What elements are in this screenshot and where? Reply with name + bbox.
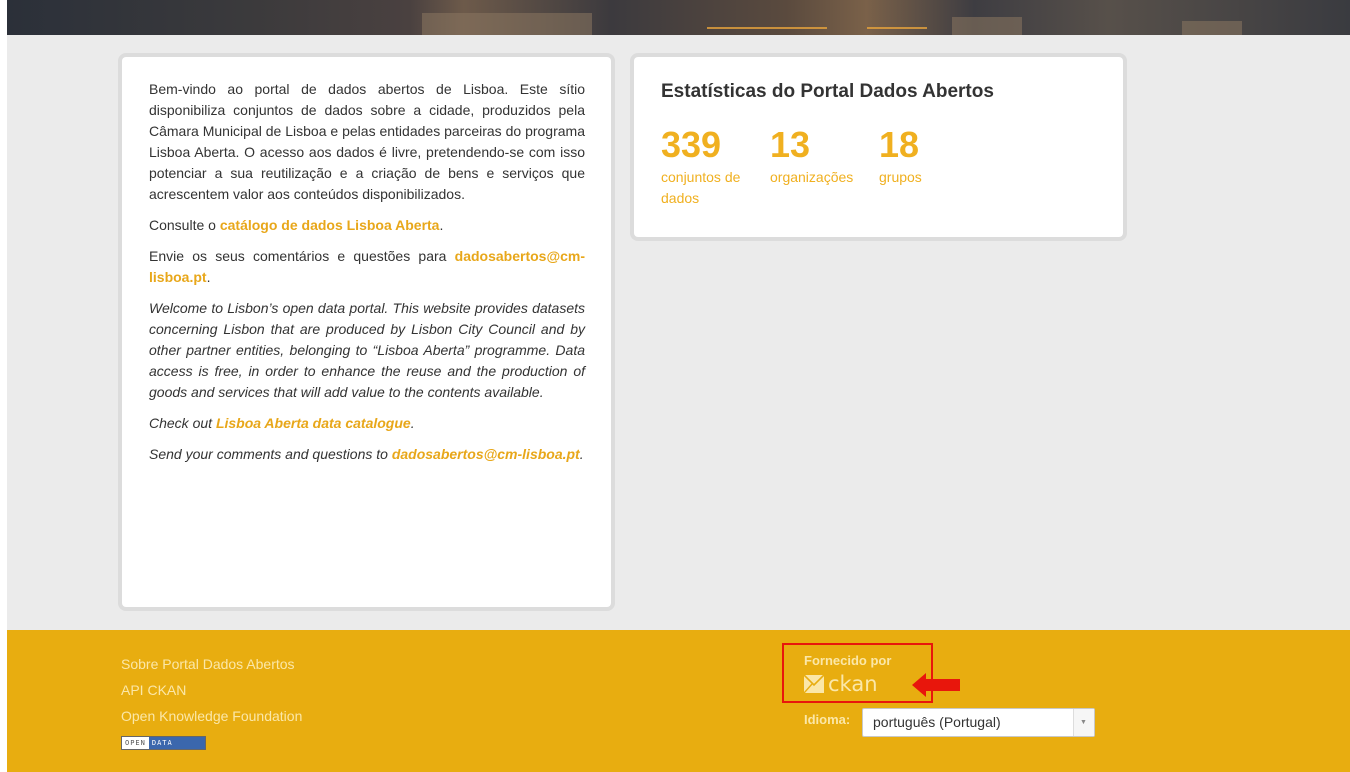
stat-label: grupos bbox=[879, 169, 922, 185]
intro-en-paragraph: Welcome to Lisbon’s open data portal. Th… bbox=[149, 300, 585, 400]
annotation-arrow-icon bbox=[912, 673, 960, 697]
open-data-badge[interactable]: OPEN DATA bbox=[121, 736, 206, 750]
language-select-value: português (Portugal) bbox=[873, 714, 1001, 730]
footer-links: Sobre Portal Dados Abertos API CKAN Open… bbox=[121, 651, 302, 729]
hero-banner-image bbox=[7, 0, 1350, 35]
footer: Sobre Portal Dados Abertos API CKAN Open… bbox=[7, 630, 1350, 772]
stat-label: conjuntos de dados bbox=[661, 169, 741, 206]
intro-pt-catalog: Consulte o catálogo de dados Lisboa Aber… bbox=[149, 217, 444, 233]
stats-title: Estatísticas do Portal Dados Abertos bbox=[661, 81, 994, 102]
intro-en-catalog: Check out Lisboa Aberta data catalogue. bbox=[149, 415, 415, 431]
email-link-en[interactable]: dadosabertos@cm-lisboa.pt bbox=[392, 446, 580, 462]
catalog-link-en[interactable]: Lisboa Aberta data catalogue bbox=[216, 415, 411, 431]
intro-en-contact: Send your comments and questions to dado… bbox=[149, 446, 584, 462]
stat-value: 339 bbox=[661, 124, 722, 165]
language-select[interactable]: português (Portugal) ▼ bbox=[862, 708, 1095, 737]
intro-text: Bem-vindo ao portal de dados abertos de … bbox=[149, 79, 585, 475]
annotation-highlight-box bbox=[782, 643, 933, 703]
stat-value: 13 bbox=[770, 124, 811, 165]
stat-groups[interactable]: 18 grupos bbox=[879, 123, 971, 188]
footer-link-about[interactable]: Sobre Portal Dados Abertos bbox=[121, 651, 302, 677]
stat-value: 18 bbox=[879, 124, 920, 165]
footer-link-api[interactable]: API CKAN bbox=[121, 677, 302, 703]
stat-organizations[interactable]: 13 organizações bbox=[770, 123, 862, 188]
dropdown-arrow-icon: ▼ bbox=[1073, 709, 1094, 736]
catalog-link-pt[interactable]: catálogo de dados Lisboa Aberta bbox=[220, 217, 440, 233]
intro-card: Bem-vindo ao portal de dados abertos de … bbox=[122, 57, 611, 607]
stat-datasets[interactable]: 339 conjuntos de dados bbox=[661, 123, 753, 209]
intro-pt-contact: Envie os seus comentários e questões par… bbox=[149, 248, 585, 285]
language-label: Idioma: bbox=[804, 712, 851, 727]
footer-link-okfn[interactable]: Open Knowledge Foundation bbox=[121, 703, 302, 729]
stat-label: organizações bbox=[770, 169, 854, 185]
intro-pt-paragraph: Bem-vindo ao portal de dados abertos de … bbox=[149, 81, 585, 202]
stats-card: Estatísticas do Portal Dados Abertos 339… bbox=[634, 57, 1123, 237]
